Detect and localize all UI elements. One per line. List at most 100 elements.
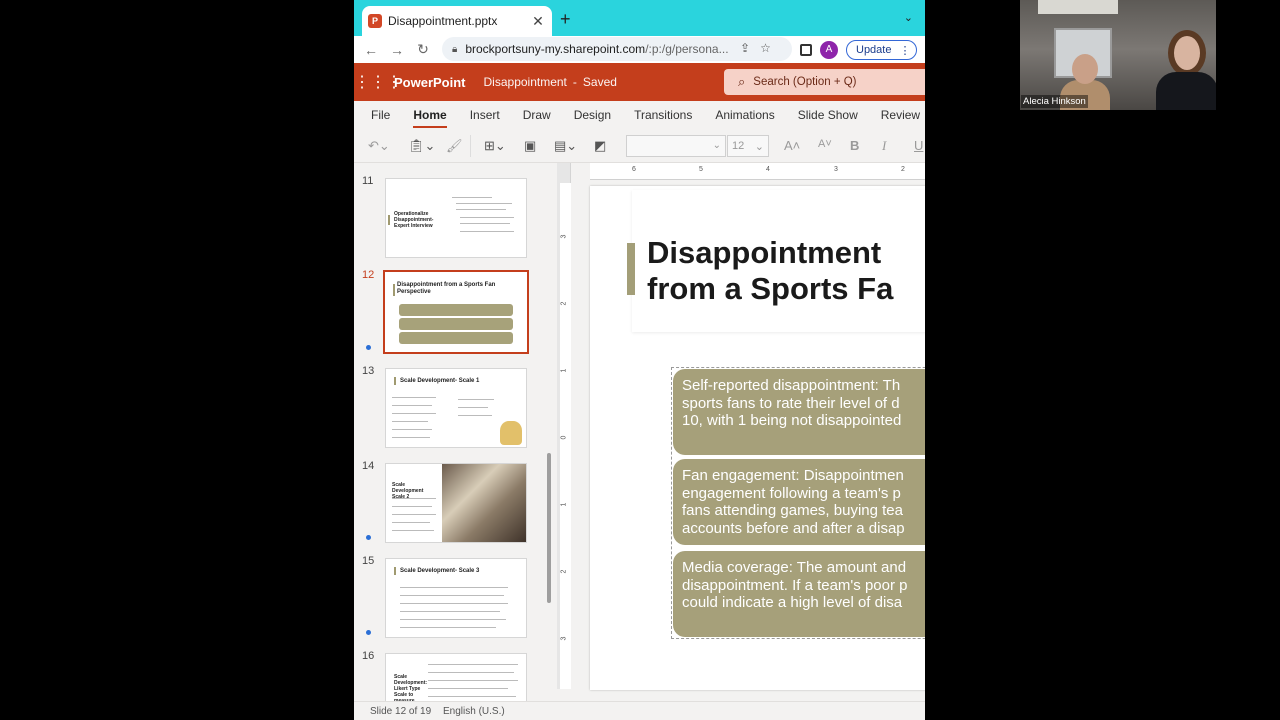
slide-thumbnail-15[interactable]: Scale Development- Scale 3 (385, 558, 527, 638)
tab-title: Disappointment.pptx (388, 14, 498, 28)
vertical-ruler: 3 2 1 0 1 2 3 (560, 183, 571, 689)
tab-design[interactable]: Design (574, 108, 611, 122)
ruler-tick-label: 1 (560, 502, 568, 507)
layout-icon[interactable]: ▤⌄ (554, 138, 577, 154)
thumb-line (452, 197, 492, 198)
share-icon[interactable]: ⇪ (740, 41, 750, 55)
thumb-accent (394, 377, 396, 385)
search-box[interactable]: ⌕ Search (Option + Q) (724, 69, 925, 95)
thumb-line (458, 407, 488, 408)
participant-head (1072, 54, 1098, 84)
thumb-title: Disappointment from a Sports Fan Perspec… (397, 282, 496, 295)
thumb-title: Scale Development: Likert Type Scale to … (394, 674, 428, 701)
italic-icon[interactable]: I (882, 138, 886, 154)
thumb-line (392, 514, 436, 515)
thumb-line (392, 421, 428, 422)
bullet-fan-engagement[interactable]: Fan engagement: Disappointmen engagement… (673, 459, 925, 545)
font-family-select[interactable]: ⌄ (626, 135, 726, 157)
tab-draw[interactable]: Draw (523, 108, 551, 122)
underline-icon[interactable]: U (914, 138, 923, 153)
lock-icon[interactable]: 🔒︎ (452, 44, 457, 55)
webcam-video: Alecia Hinkson (1020, 0, 1216, 110)
reuse-slides-icon[interactable]: ▣ (524, 138, 536, 154)
thumb-line (400, 595, 504, 596)
address-row: ← → ↻ 🔒︎ brockportsuny-my.sharepoint.com… (354, 36, 925, 63)
background-icon[interactable]: ◩ (594, 138, 606, 154)
slide-title-line-1: Disappointment (647, 235, 882, 270)
bullet-self-reported[interactable]: Self-reported disappointment: Th sports … (673, 369, 925, 455)
thumb-line (392, 405, 432, 406)
tab-slide-show[interactable]: Slide Show (798, 108, 858, 122)
thumb-line (428, 688, 508, 689)
thumb-line (392, 413, 436, 414)
thumbnail-number: 12 (362, 269, 375, 281)
app-launcher-icon[interactable]: ⋮⋮⋮ (354, 72, 402, 92)
undo-icon[interactable]: ↶⌄ (368, 138, 390, 154)
slide-thumbnail-14[interactable]: Scale Development Scale 2 (385, 463, 527, 543)
tab-file[interactable]: File (371, 108, 390, 122)
more-menu-icon[interactable]: ⋮ (899, 44, 910, 57)
thumbnail-number: 14 (362, 460, 375, 472)
paste-icon[interactable]: 📋︎⌄ (408, 138, 435, 154)
ruler-tick-label: 2 (560, 301, 568, 306)
bookmark-star-icon[interactable]: ☆ (760, 41, 771, 55)
close-tab-icon[interactable]: ✕ (530, 13, 546, 30)
tab-search-chevron-icon[interactable]: ⌄ (904, 11, 913, 24)
new-slide-icon[interactable]: ⊞⌄ (484, 138, 506, 154)
side-panel-icon[interactable] (800, 44, 812, 56)
slide-thumbnail-12[interactable]: Disappointment from a Sports Fan Perspec… (383, 270, 529, 354)
participant-name: Alecia Hinkson (1021, 95, 1088, 108)
tab-home[interactable]: Home (413, 108, 448, 128)
font-size-select[interactable]: 12 ⌄ (727, 135, 769, 157)
thumbnail-number: 11 (362, 175, 374, 187)
thumbnail-number: 13 (362, 365, 375, 377)
language-indicator[interactable]: English (U.S.) (443, 706, 505, 717)
search-icon: ⌕ (738, 74, 746, 89)
ribbon-tabs: File Home Insert Draw Design Transitions… (354, 101, 925, 129)
thumb-line (392, 498, 436, 499)
new-tab-icon[interactable]: + (560, 9, 571, 30)
browser-tab[interactable]: P Disappointment.pptx ✕ (362, 6, 552, 36)
thumb-line (460, 231, 514, 232)
thumb-title: Scale Development- Scale 3 (400, 568, 480, 574)
profile-avatar[interactable]: A (820, 41, 838, 59)
ruler-tick-label: 2 (560, 569, 568, 574)
thumb-pill (399, 332, 513, 344)
thumb-line (400, 619, 506, 620)
thumbnail-scrollbar[interactable] (547, 453, 551, 603)
comment-dot-icon (366, 630, 371, 635)
bullet-media-coverage[interactable]: Media coverage: The amount and disappoin… (673, 551, 925, 637)
ceiling-light (1038, 0, 1118, 14)
slide-thumbnail-13[interactable]: Scale Development- Scale 1 (385, 368, 527, 448)
thumb-line (392, 530, 434, 531)
thumb-line (392, 506, 432, 507)
thumb-line (428, 680, 518, 681)
document-name[interactable]: Disappointment (484, 75, 567, 89)
slide-thumbnail-11[interactable]: Operationalize Disappointment- Expert In… (385, 178, 527, 258)
shrink-font-icon[interactable]: A˅ (818, 138, 832, 150)
back-icon[interactable]: ← (358, 42, 384, 58)
tab-strip: P Disappointment.pptx ✕ + ⌄ (354, 0, 925, 36)
thumb-accent (394, 567, 396, 575)
slide-title[interactable]: Disappointment from a Sports Fa (647, 235, 893, 307)
slide-thumbnail-16[interactable]: Scale Development: Likert Type Scale to … (385, 653, 527, 701)
app-name[interactable]: PowerPoint (394, 75, 466, 90)
update-button[interactable]: Update ⋮ (846, 40, 918, 60)
thumb-pill (399, 304, 513, 316)
thumb-line (458, 399, 494, 400)
grow-font-icon[interactable]: A˄ (784, 138, 800, 153)
reload-icon[interactable]: ↻ (410, 41, 436, 58)
home-toolbar: ↶⌄ 📋︎⌄ 🖌︎ ⊞⌄ ▣ ▤⌄ ◩ ⌄ 12 ⌄ A˄ A˅ B I U (354, 129, 925, 163)
forward-icon[interactable]: → (384, 42, 410, 58)
tab-animations[interactable]: Animations (715, 108, 774, 122)
ruler-tick-label: 3 (834, 166, 838, 173)
tab-transitions[interactable]: Transitions (634, 108, 692, 122)
ruler-tick-label: 4 (766, 166, 770, 173)
thumb-line (428, 672, 514, 673)
format-painter-icon[interactable]: 🖌︎ (446, 138, 463, 154)
bold-icon[interactable]: B (850, 138, 859, 153)
tab-review[interactable]: Review (881, 108, 920, 122)
participant-body (1156, 72, 1216, 110)
tab-insert[interactable]: Insert (470, 108, 500, 122)
thumb-line (392, 429, 432, 430)
